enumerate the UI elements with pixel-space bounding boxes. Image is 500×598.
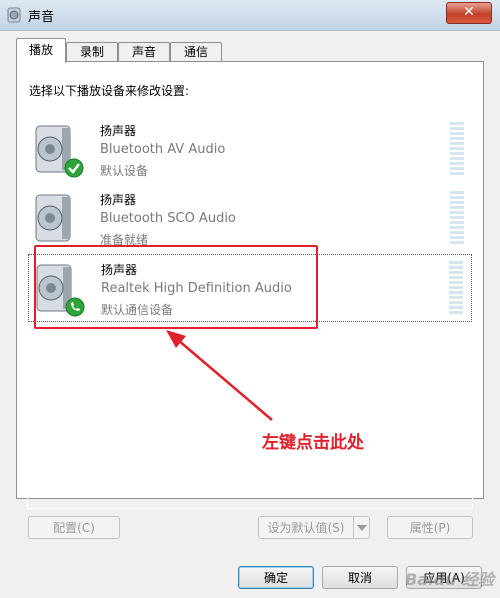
tab-playback[interactable]: 播放 bbox=[16, 38, 66, 63]
speaker-icon bbox=[35, 194, 71, 242]
device-name: 扬声器 bbox=[100, 193, 137, 207]
ok-button[interactable]: 确定 bbox=[238, 566, 314, 589]
configure-button[interactable]: 配置(C) bbox=[28, 516, 120, 539]
device-name: 扬声器 bbox=[100, 124, 137, 138]
device-item[interactable]: 扬声器 Bluetooth AV Audio 默认设备 bbox=[28, 116, 472, 184]
set-default-dropdown[interactable] bbox=[353, 516, 370, 539]
chevron-down-icon bbox=[357, 525, 367, 531]
device-item[interactable]: 扬声器 Bluetooth SCO Audio 准备就绪 bbox=[28, 185, 472, 253]
properties-button[interactable]: 属性(P) bbox=[387, 516, 473, 539]
tab-communications[interactable]: 通信 bbox=[170, 42, 222, 62]
device-driver: Bluetooth AV Audio bbox=[100, 142, 226, 157]
volume-meter bbox=[450, 122, 464, 177]
instruction-text: 选择以下播放设备来修改设置: bbox=[29, 84, 190, 98]
set-default-button[interactable]: 设为默认值(S) bbox=[258, 516, 354, 539]
annotation-text: 左键点击此处 bbox=[262, 433, 364, 453]
title-bar[interactable]: 声音 ✕ bbox=[0, 0, 500, 31]
close-icon: ✕ bbox=[463, 4, 475, 20]
speaker-icon bbox=[7, 7, 21, 23]
close-button[interactable]: ✕ bbox=[446, 2, 492, 24]
volume-meter bbox=[449, 261, 463, 316]
highlight-box bbox=[34, 245, 318, 329]
watermark: Baidu 经验 bbox=[405, 570, 494, 589]
tab-sounds[interactable]: 声音 bbox=[118, 42, 170, 62]
device-status: 默认设备 bbox=[100, 164, 149, 178]
window-title: 声音 bbox=[28, 10, 55, 25]
device-driver: Bluetooth SCO Audio bbox=[100, 211, 236, 226]
cancel-button[interactable]: 取消 bbox=[322, 566, 398, 589]
volume-meter bbox=[450, 191, 464, 246]
tab-recording[interactable]: 录制 bbox=[66, 42, 118, 62]
check-icon bbox=[64, 158, 84, 178]
